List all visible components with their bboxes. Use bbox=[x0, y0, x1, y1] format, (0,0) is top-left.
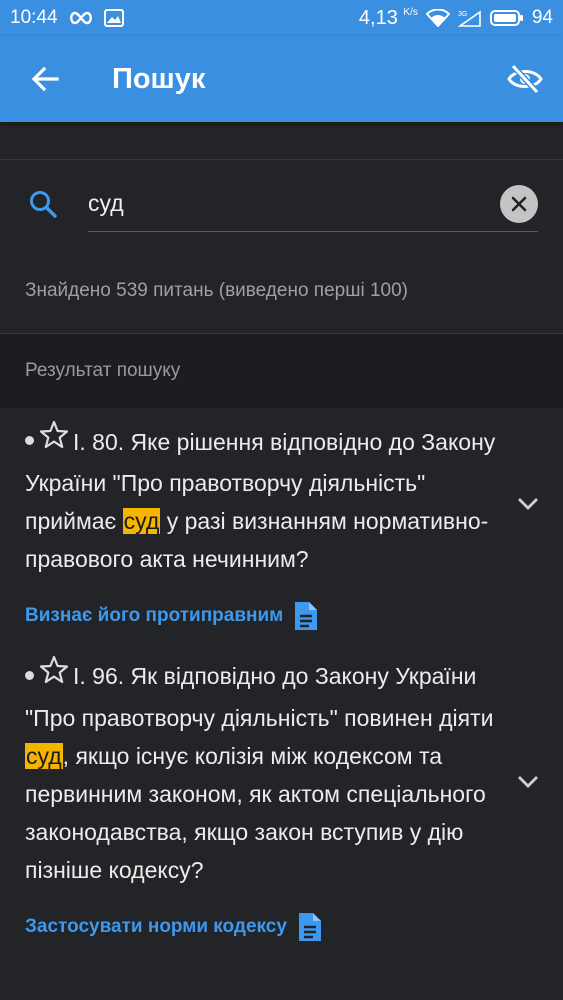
question-text: І. 96. Як відповідно до Закону України "… bbox=[25, 655, 503, 888]
result-item[interactable]: І. 80. Яке рішення відповідно до Закону … bbox=[0, 408, 563, 639]
close-icon bbox=[511, 196, 527, 212]
answer-text: Визнає його протиправним bbox=[25, 605, 284, 627]
results-section-header: Результат пошуку bbox=[0, 334, 563, 408]
search-icon bbox=[28, 188, 60, 220]
document-icon[interactable] bbox=[297, 911, 323, 943]
search-bar: суд bbox=[0, 160, 563, 248]
wifi-icon bbox=[425, 9, 450, 27]
document-icon[interactable] bbox=[293, 600, 319, 632]
search-highlight: суд bbox=[25, 742, 63, 769]
answer-row: Застосувати норми кодексу bbox=[25, 904, 503, 950]
status-bar: 10:44 4,13 K/s 3G 94 bbox=[0, 0, 563, 36]
status-time: 10:44 bbox=[10, 7, 58, 28]
chevron-down-icon bbox=[518, 776, 538, 789]
bullet-icon bbox=[25, 436, 34, 446]
divider bbox=[0, 122, 563, 160]
question-text: І. 80. Яке рішення відповідно до Закону … bbox=[25, 420, 503, 578]
app-bar: Пошук bbox=[0, 36, 563, 122]
page-title: Пошук bbox=[112, 62, 206, 95]
battery-icon bbox=[489, 9, 524, 27]
infinity-icon bbox=[68, 11, 94, 25]
results-count-text: Знайдено 539 питань (виведено перші 100) bbox=[0, 248, 563, 334]
expand-button[interactable] bbox=[515, 769, 541, 795]
result-item[interactable]: І. 96. Як відповідно до Закону України "… bbox=[0, 639, 563, 949]
arrow-back-icon bbox=[31, 66, 59, 92]
back-button[interactable] bbox=[28, 62, 62, 96]
eye-off-icon bbox=[507, 63, 543, 95]
search-input[interactable]: суд bbox=[88, 176, 538, 232]
svg-text:3G: 3G bbox=[458, 11, 467, 18]
star-outline-icon[interactable] bbox=[39, 655, 69, 696]
image-icon bbox=[103, 9, 124, 27]
battery-level: 94 bbox=[531, 7, 553, 28]
hide-answers-button[interactable] bbox=[505, 59, 545, 99]
clear-search-button[interactable] bbox=[500, 185, 538, 223]
answer-row: Визнає його протиправним bbox=[25, 593, 503, 639]
expand-button[interactable] bbox=[515, 491, 541, 517]
star-outline-icon[interactable] bbox=[39, 420, 69, 461]
answer-text: Застосувати норми кодексу bbox=[25, 915, 287, 937]
chevron-down-icon bbox=[518, 498, 538, 510]
cellular-signal-icon: 3G bbox=[457, 9, 482, 27]
search-highlight: суд bbox=[122, 508, 161, 535]
bullet-icon bbox=[25, 670, 34, 680]
network-speed: 4,13 K/s bbox=[358, 6, 418, 29]
